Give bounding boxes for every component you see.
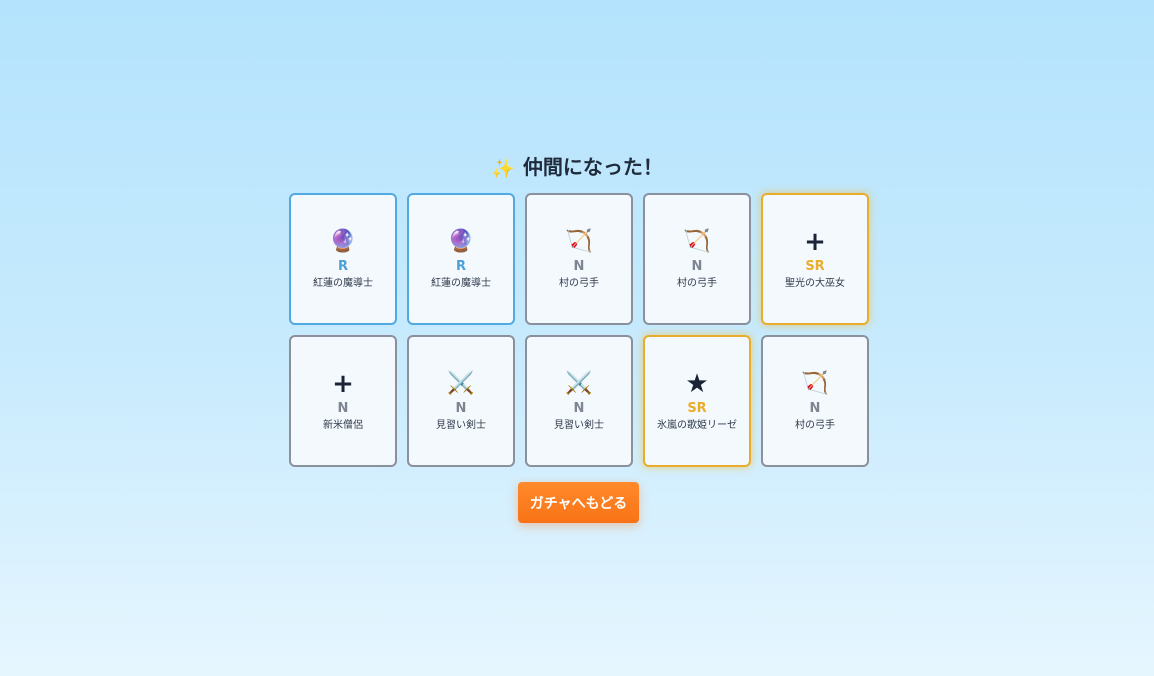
character-card: 🏹 N 村の弓手 — [761, 335, 869, 467]
card-rarity: SR — [687, 401, 707, 416]
card-name: 村の弓手 — [795, 420, 835, 431]
character-card: 🔮 R 紅蓮の魔導士 — [407, 193, 515, 325]
card-name: 氷嵐の歌姫リーゼ — [657, 420, 737, 431]
crossed-swords-icon: ⚔️ — [565, 371, 593, 396]
card-rarity: SR — [805, 259, 825, 274]
card-rarity: R — [455, 259, 466, 274]
character-card: 🏹 N 村の弓手 — [525, 193, 633, 325]
card-name: 見習い剣士 — [554, 420, 604, 431]
character-card: + N 新米僧侶 — [289, 335, 397, 467]
card-rarity: N — [337, 401, 349, 416]
card-name: 村の弓手 — [677, 278, 717, 289]
character-card: + SR 聖光の大巫女 — [761, 193, 869, 325]
card-name: 聖光の大巫女 — [785, 278, 845, 289]
card-rarity: N — [809, 401, 821, 416]
card-name: 紅蓮の魔導士 — [431, 278, 491, 289]
character-card: ★ SR 氷嵐の歌姫リーゼ — [643, 335, 751, 467]
card-name: 紅蓮の魔導士 — [313, 278, 373, 289]
plus-icon: + — [804, 227, 826, 257]
result-card-grid: 🔮 R 紅蓮の魔導士 🔮 R 紅蓮の魔導士 🏹 N 村の弓手 🏹 N 村の弓手 … — [289, 193, 869, 467]
card-rarity: N — [573, 401, 585, 416]
card-rarity: N — [691, 259, 703, 274]
character-card: 🏹 N 村の弓手 — [643, 193, 751, 325]
card-rarity: N — [573, 259, 585, 274]
card-name: 見習い剣士 — [436, 420, 486, 431]
star-icon: ★ — [685, 369, 709, 399]
character-card: ⚔️ N 見習い剣士 — [525, 335, 633, 467]
bow-and-arrow-icon: 🏹 — [801, 371, 829, 396]
crystal-ball-icon: 🔮 — [329, 229, 357, 254]
character-card: ⚔️ N 見習い剣士 — [407, 335, 515, 467]
card-rarity: N — [455, 401, 467, 416]
crystal-ball-icon: 🔮 — [447, 229, 475, 254]
card-rarity: R — [337, 259, 348, 274]
bow-and-arrow-icon: 🏹 — [683, 229, 711, 254]
back-to-gacha-button[interactable]: ガチャへもどる — [518, 482, 639, 523]
character-card: 🔮 R 紅蓮の魔導士 — [289, 193, 397, 325]
plus-icon: + — [332, 369, 354, 399]
card-name: 村の弓手 — [559, 278, 599, 289]
crossed-swords-icon: ⚔️ — [447, 371, 475, 396]
card-name: 新米僧侶 — [323, 420, 363, 431]
bow-and-arrow-icon: 🏹 — [565, 229, 593, 254]
sparkles-icon: ✨ — [491, 158, 515, 180]
gacha-result-panel: ✨ 仲間になった！ 🔮 R 紅蓮の魔導士 🔮 R 紅蓮の魔導士 🏹 N 村の弓手 … — [0, 0, 1154, 676]
result-title: ✨ 仲間になった！ — [0, 152, 1154, 184]
result-title-text: 仲間になった！ — [522, 155, 663, 179]
